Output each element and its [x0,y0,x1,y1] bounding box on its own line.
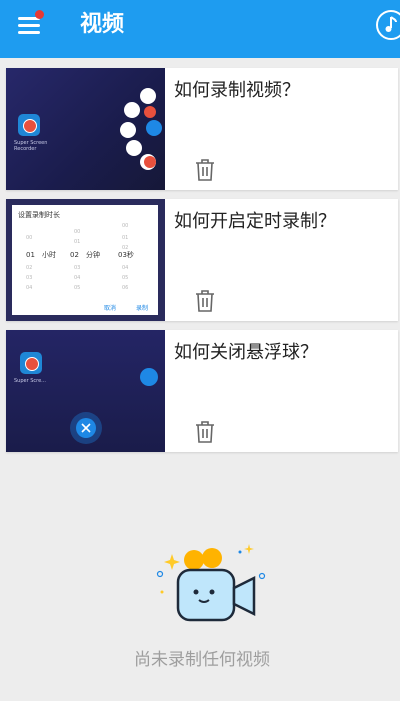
float-bubble [124,102,140,118]
empty-state-text: 尚未录制任何视频 [134,650,270,670]
card-title: 如何开启定时录制？ [174,211,336,232]
trash-icon[interactable] [194,289,216,313]
camera-bubble [146,120,162,136]
tutorial-card-timer[interactable]: 设置录制时长 00 00 00 01 01 02 01 小时 02 分钟 03秒… [6,199,398,321]
tutorial-thumbnail: Super Scre... [6,330,165,452]
menu-button[interactable] [14,10,44,38]
camera-bubble [140,368,158,386]
dialog-confirm-label: 录制 [136,305,149,312]
tutorial-thumbnail: 设置录制时长 00 00 00 01 01 02 01 小时 02 分钟 03秒… [6,199,165,321]
recorder-app-icon [18,114,40,136]
timer-dialog-preview: 设置录制时长 00 00 00 01 01 02 01 小时 02 分钟 03秒… [12,205,158,315]
recorder-app-icon [20,352,42,374]
card-title: 如何录制视频？ [174,80,300,101]
notification-dot [35,10,44,19]
page-title: 视频 [80,12,125,37]
card-title: 如何关闭悬浮球？ [174,342,318,363]
video-camera-icon [156,544,266,622]
tutorial-thumbnail: Super Screen Recorder [6,68,165,190]
tutorial-card-record[interactable]: Super Screen Recorder 如何录制视频？ [6,68,398,190]
trash-icon[interactable] [194,420,216,444]
app-bar: 视频 [0,0,400,58]
music-note-icon [385,16,397,32]
music-button[interactable] [376,10,400,40]
tutorial-card-floating-ball[interactable]: Super Scre... 如何关闭悬浮球？ [6,330,398,452]
dialog-cancel-label: 取消 [104,305,117,312]
close-float-icon [70,412,102,444]
trash-icon[interactable] [194,158,216,182]
